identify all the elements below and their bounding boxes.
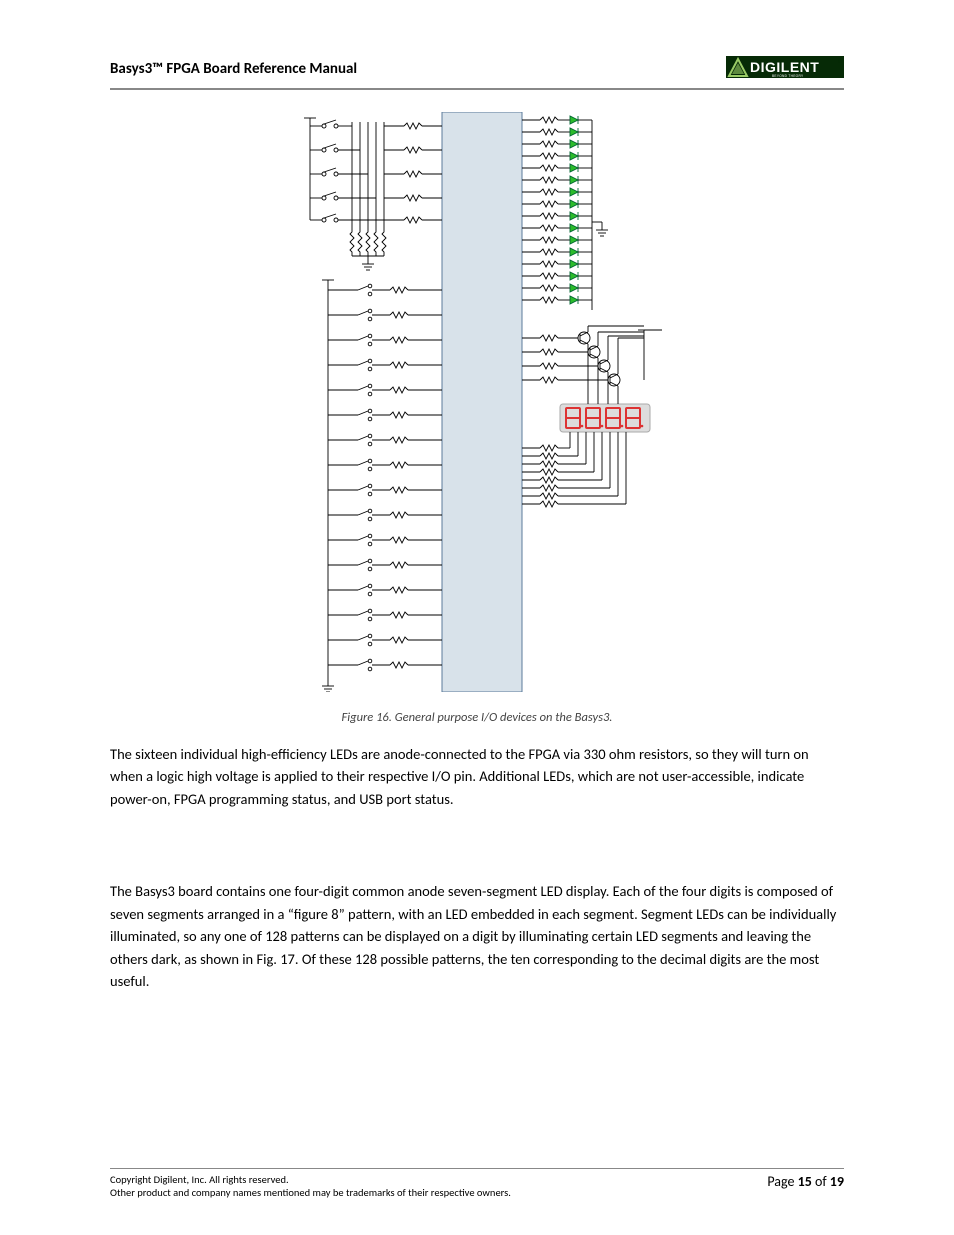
digilent-logo: DIGILENT BEYOND THEORY R bbox=[726, 56, 844, 82]
page-number: Page 15 of 19 bbox=[767, 1173, 844, 1190]
page-footer: Copyright Digilent, Inc. All rights rese… bbox=[110, 1168, 844, 1199]
figure-caption: Figure 16. General purpose I/O devices o… bbox=[110, 710, 844, 725]
paragraph-2: The Basys3 board contains one four-digit… bbox=[110, 880, 844, 992]
footer-copyright: Copyright Digilent, Inc. All rights rese… bbox=[110, 1173, 511, 1186]
svg-text:BEYOND THEORY: BEYOND THEORY bbox=[772, 74, 804, 78]
figure-16 bbox=[110, 112, 844, 692]
footer-trademark: Other product and company names mentione… bbox=[110, 1186, 511, 1199]
page-header: Basys3™ FPGA Board Reference Manual DIGI… bbox=[110, 56, 844, 90]
schematic-diagram bbox=[292, 112, 662, 692]
body-text: The sixteen individual high-efficiency L… bbox=[110, 743, 844, 993]
paragraph-1: The sixteen individual high-efficiency L… bbox=[110, 743, 844, 810]
svg-text:R: R bbox=[839, 61, 841, 64]
svg-text:DIGILENT: DIGILENT bbox=[750, 59, 819, 75]
document-title: Basys3™ FPGA Board Reference Manual bbox=[110, 60, 357, 78]
